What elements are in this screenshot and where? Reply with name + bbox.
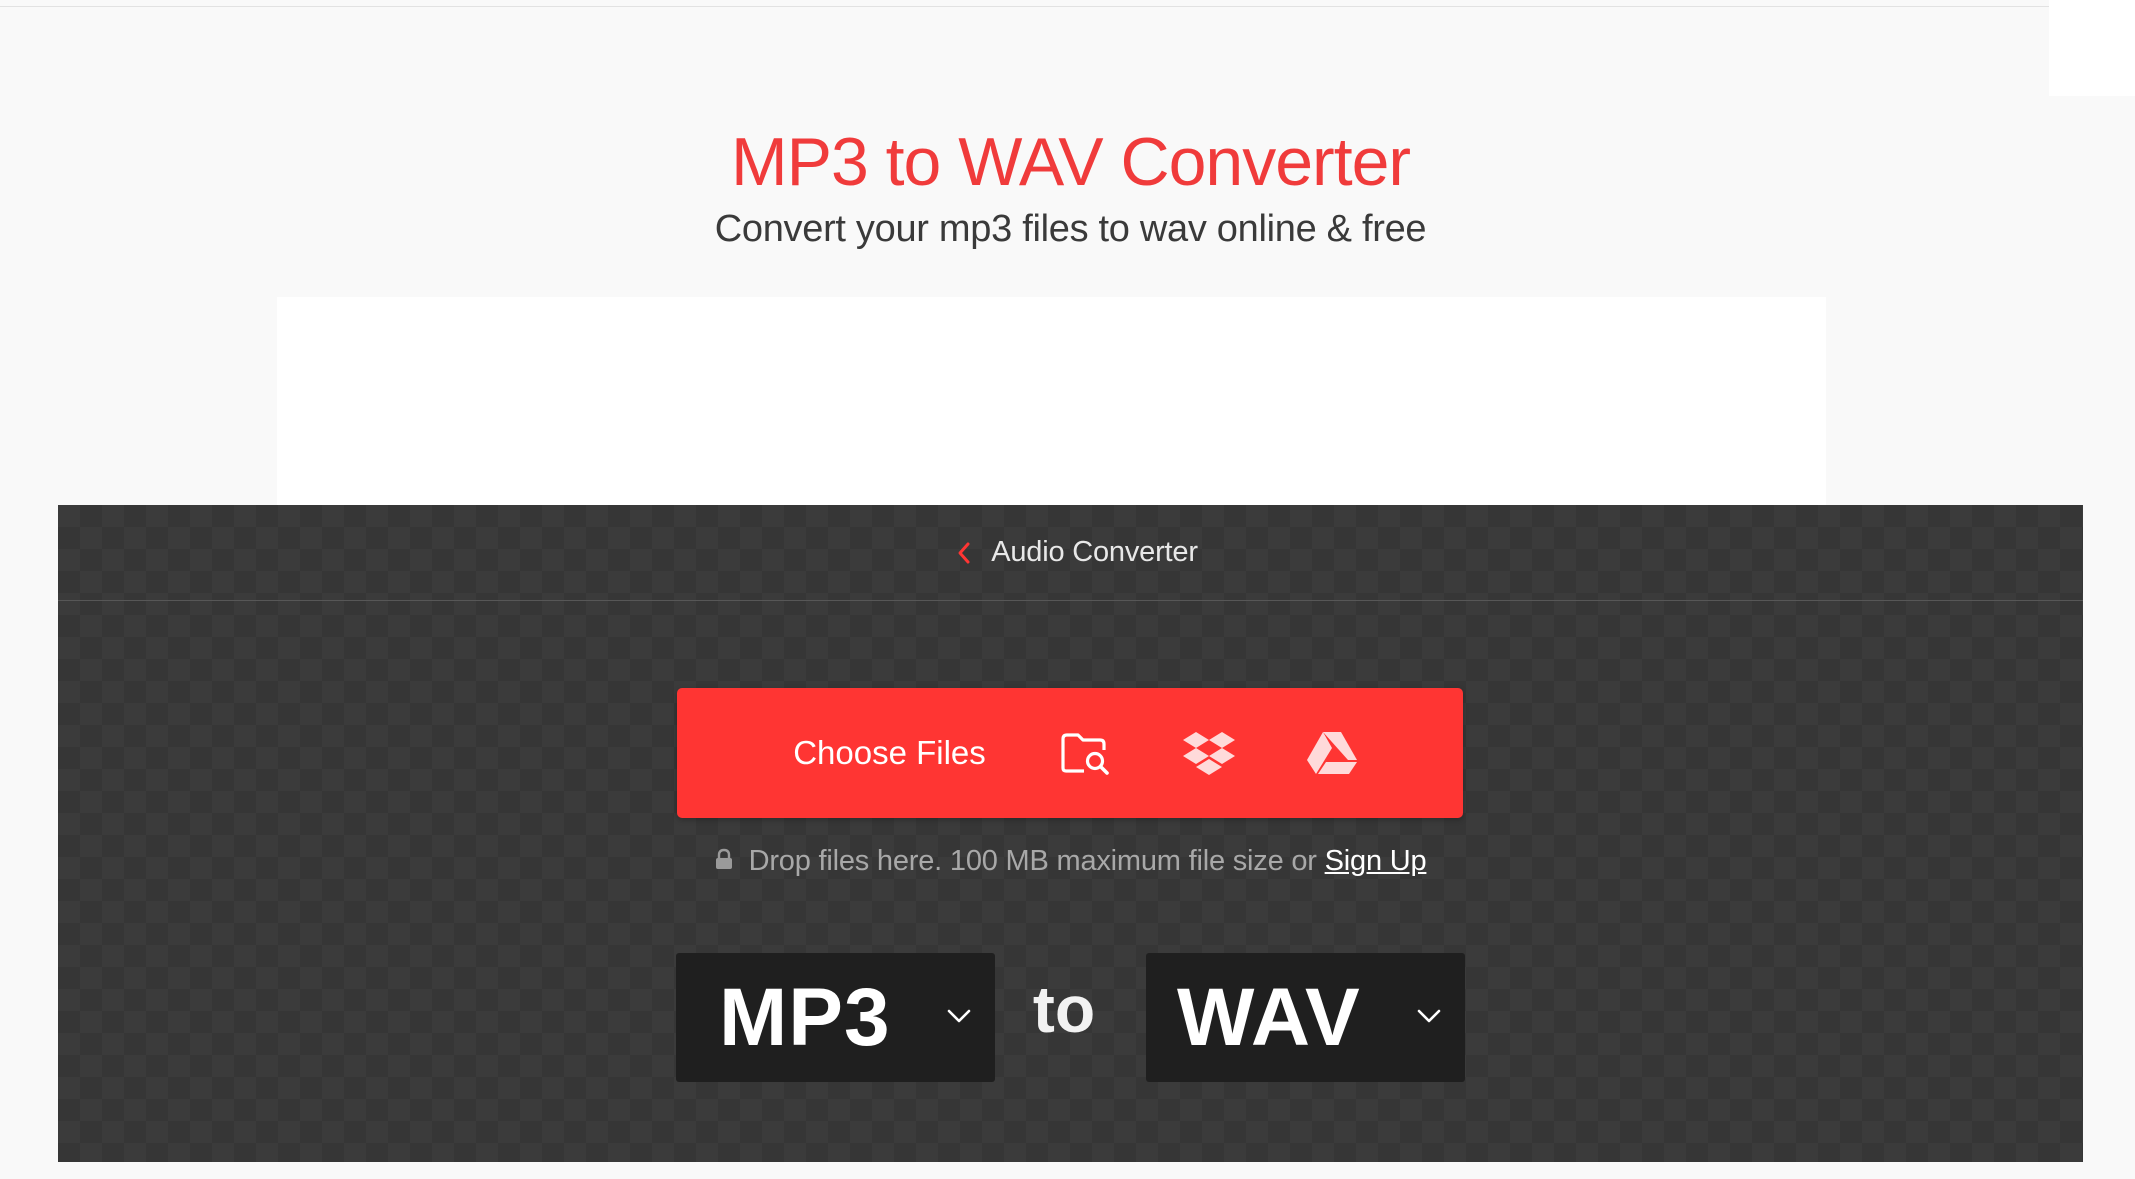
target-format-select[interactable]: WAV (1146, 953, 1465, 1082)
google-drive-icon[interactable] (1277, 688, 1387, 818)
file-picker-bar: Choose Files (677, 688, 1463, 818)
target-format-value: WAV (1177, 971, 1361, 1063)
page-title: MP3 to WAV Converter (730, 124, 1411, 200)
to-separator: to (1032, 972, 1096, 1046)
source-format-value: MP3 (719, 971, 891, 1063)
lock-icon (715, 845, 733, 878)
converter-header: Audio Converter (58, 505, 2083, 601)
converter-panel: Audio Converter Choose Files Drop files … (58, 505, 2083, 1162)
back-to-audio-converter-link[interactable]: Audio Converter (957, 536, 1198, 569)
drop-note-text: Drop files here. 100 MB maximum file siz… (748, 845, 1317, 877)
drop-files-note: Drop files here. 100 MB maximum file siz… (58, 845, 2083, 878)
chevron-down-icon (947, 1009, 971, 1028)
chevron-down-icon (1417, 1009, 1441, 1028)
page-subtitle: Convert your mp3 files to wav online & f… (714, 208, 1427, 250)
ad-placeholder (277, 297, 1826, 505)
back-link-label: Audio Converter (991, 536, 1198, 568)
dropbox-icon[interactable] (1154, 688, 1264, 818)
sign-up-link[interactable]: Sign Up (1325, 845, 1427, 877)
source-format-select[interactable]: MP3 (676, 953, 995, 1082)
choose-files-button[interactable]: Choose Files (677, 688, 1087, 818)
folder-search-icon[interactable] (1031, 688, 1141, 818)
top-divider (0, 6, 2049, 7)
chevron-left-icon (957, 541, 971, 565)
